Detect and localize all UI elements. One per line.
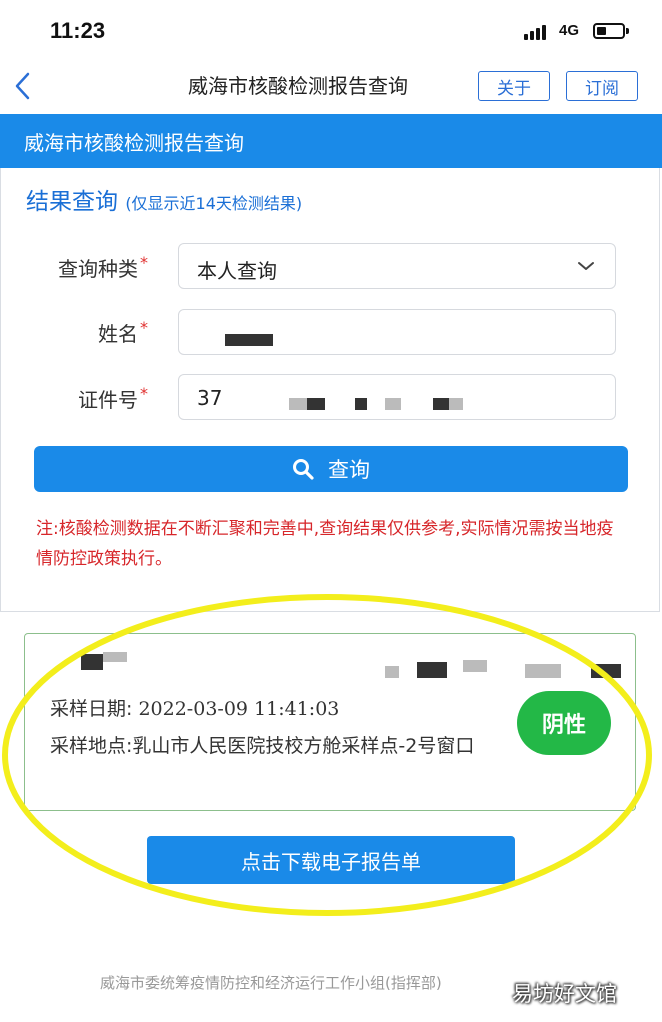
- required-mark: *: [140, 318, 148, 337]
- redacted-result-name: [81, 654, 103, 670]
- query-type-select[interactable]: 本人查询: [178, 243, 616, 289]
- back-icon[interactable]: [8, 66, 40, 106]
- redacted-result-id: [417, 662, 447, 678]
- about-button[interactable]: 关于: [478, 71, 550, 101]
- redacted-id: [385, 398, 401, 410]
- subscribe-button[interactable]: 订阅: [566, 71, 638, 101]
- sampling-place-value: 乳山市人民医院技校方舱采样点-2号窗口: [132, 735, 475, 757]
- battery-tip: [626, 28, 629, 34]
- sampling-place: 采样地点:乳山市人民医院技校方舱采样点-2号窗口: [50, 731, 520, 762]
- status-time: 11:23: [50, 18, 106, 43]
- result-status-badge: 阴性: [517, 691, 611, 755]
- nav-title: 威海市核酸检测报告查询: [188, 74, 408, 98]
- query-button[interactable]: 查询: [34, 446, 628, 492]
- status-bar: 11:23 4G: [0, 0, 662, 60]
- name-label: 姓名 *: [8, 318, 148, 347]
- redacted-id: [289, 398, 309, 410]
- sampling-date-value: 2022-03-09 11:41:03: [138, 698, 340, 720]
- footer-text: 威海市委统筹疫情防控和经济运行工作小组(指挥部): [100, 974, 442, 992]
- redacted-id: [449, 398, 463, 410]
- download-report-button[interactable]: 点击下载电子报告单: [147, 836, 515, 884]
- redacted-result-id: [525, 664, 561, 678]
- sampling-date-label: 采样日期:: [50, 698, 133, 720]
- id-number-input[interactable]: 37: [178, 374, 616, 420]
- query-button-label: 查询: [328, 458, 370, 482]
- query-type-label: 查询种类 *: [8, 253, 148, 282]
- section-title-text: 结果查询: [26, 189, 118, 215]
- network-label: 4G: [559, 22, 580, 39]
- section-title: 结果查询 (仅显示近14天检测结果): [26, 182, 302, 216]
- required-mark: *: [140, 253, 148, 272]
- search-icon: [293, 459, 314, 480]
- redacted-id: [307, 398, 325, 410]
- redacted-name: [225, 334, 273, 346]
- battery-icon: [593, 23, 625, 39]
- required-mark: *: [140, 384, 148, 403]
- redacted-id: [355, 398, 367, 410]
- chevron-down-icon: [578, 262, 594, 270]
- sampling-place-label: 采样地点:: [50, 735, 133, 757]
- sampling-date: 采样日期: 2022-03-09 11:41:03: [50, 694, 339, 721]
- page-header-title: 威海市核酸检测报告查询: [24, 131, 244, 155]
- query-type-label-text: 查询种类: [58, 257, 138, 281]
- redacted-result-id: [463, 660, 487, 672]
- nav-bar: 威海市核酸检测报告查询 关于 订阅: [0, 60, 662, 112]
- page-header: 威海市核酸检测报告查询: [0, 114, 662, 168]
- redacted-id: [433, 398, 449, 410]
- id-number-label: 证件号 *: [8, 384, 148, 413]
- redacted-result-id: [385, 666, 399, 678]
- id-number-label-text: 证件号: [78, 388, 138, 412]
- section-subtitle: (仅显示近14天检测结果): [125, 194, 303, 213]
- id-number-value: 37: [197, 386, 223, 410]
- redacted-result-id: [591, 664, 621, 678]
- query-type-value: 本人查询: [197, 259, 277, 283]
- signal-icon: [524, 24, 552, 40]
- name-label-text: 姓名: [98, 322, 138, 346]
- disclaimer-note: 注:核酸检测数据在不断汇聚和完善中,查询结果仅供参考,实际情况需按当地疫情防控政…: [36, 519, 614, 569]
- watermark: 易坊好文馆: [512, 982, 617, 1006]
- name-input[interactable]: [178, 309, 616, 355]
- redacted-result-name: [103, 652, 127, 662]
